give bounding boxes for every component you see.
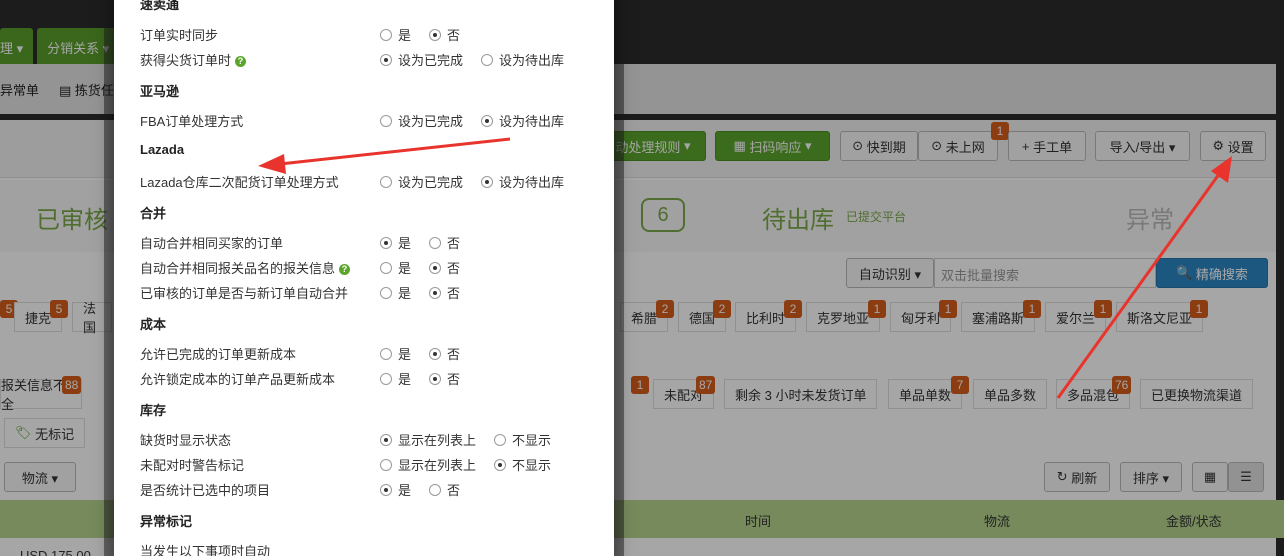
setting-label-text: 获得尖货订单时 bbox=[140, 53, 232, 68]
setting-label: 允许已完成的订单更新成本 bbox=[140, 347, 297, 362]
setting-radio-group: 显示在列表上 不显示 bbox=[380, 455, 551, 474]
radio-option[interactable] bbox=[429, 483, 442, 496]
radio-label: 设为已完成 bbox=[398, 114, 464, 129]
setting-radio-group: 是 否 bbox=[380, 258, 460, 277]
section-merge: 合并 bbox=[140, 206, 167, 221]
radio-option[interactable] bbox=[429, 261, 442, 274]
radio-option[interactable] bbox=[380, 433, 392, 446]
radio-option[interactable] bbox=[380, 458, 392, 471]
setting-label: Lazada仓库二次配货订单处理方式 bbox=[140, 175, 339, 190]
radio-option[interactable] bbox=[429, 286, 442, 299]
section-cost: 成本 bbox=[140, 317, 167, 332]
radio-label: 否 bbox=[447, 286, 461, 301]
settings-modal: 速卖通 订单实时同步 是 否 获得尖货订单时? 设为已完成 设为待出库 亚马逊 … bbox=[114, 0, 614, 556]
radio-label: 否 bbox=[447, 261, 461, 276]
radio-label: 是 bbox=[398, 236, 412, 251]
radio-option[interactable] bbox=[429, 372, 442, 385]
setting-radio-group: 是 否 bbox=[380, 283, 460, 302]
radio-option[interactable] bbox=[380, 372, 392, 385]
radio-label: 是 bbox=[398, 372, 412, 387]
setting-radio-group: 设为已完成 设为待出库 bbox=[380, 50, 564, 69]
setting-label: 订单实时同步 bbox=[140, 28, 219, 43]
setting-radio-group: 设为已完成 设为待出库 bbox=[380, 172, 564, 191]
radio-option[interactable] bbox=[494, 433, 507, 446]
modal-shadow-right bbox=[614, 0, 624, 556]
section-amazon: 亚马逊 bbox=[140, 84, 180, 99]
radio-option[interactable] bbox=[380, 53, 392, 66]
setting-radio-group: 是 否 bbox=[380, 369, 460, 388]
radio-label: 不显示 bbox=[512, 433, 552, 448]
radio-label: 显示在列表上 bbox=[398, 433, 477, 448]
radio-option[interactable] bbox=[481, 175, 494, 188]
setting-label: 允许锁定成本的订单产品更新成本 bbox=[140, 372, 336, 387]
radio-option[interactable] bbox=[380, 483, 392, 496]
setting-radio-group: 是 否 bbox=[380, 480, 460, 499]
radio-option[interactable] bbox=[380, 175, 392, 188]
setting-label: 获得尖货订单时? bbox=[140, 50, 247, 69]
radio-option[interactable] bbox=[380, 28, 392, 41]
setting-label: FBA订单处理方式 bbox=[140, 114, 244, 129]
radio-option[interactable] bbox=[429, 236, 442, 249]
modal-shadow-left bbox=[104, 0, 114, 556]
setting-radio-group: 显示在列表上 不显示 bbox=[380, 430, 551, 449]
radio-option[interactable] bbox=[380, 261, 392, 274]
radio-label: 显示在列表上 bbox=[398, 458, 477, 473]
section-lazada: Lazada bbox=[140, 142, 185, 157]
radio-label: 设为已完成 bbox=[398, 175, 464, 190]
radio-option[interactable] bbox=[494, 458, 507, 471]
section-aliexpress: 速卖通 bbox=[140, 0, 180, 12]
radio-label: 设为待出库 bbox=[499, 53, 565, 68]
radio-label: 是 bbox=[398, 261, 412, 276]
radio-label: 是 bbox=[398, 483, 412, 498]
radio-label: 是 bbox=[398, 286, 412, 301]
radio-option[interactable] bbox=[380, 286, 392, 299]
setting-radio-group: 设为已完成 设为待出库 bbox=[380, 111, 564, 130]
radio-label: 否 bbox=[447, 483, 461, 498]
radio-label: 设为已完成 bbox=[398, 53, 464, 68]
setting-label: 已审核的订单是否与新订单自动合并 bbox=[140, 286, 349, 301]
setting-label: 未配对时警告标记 bbox=[140, 458, 245, 473]
setting-radio-group: 是 否 bbox=[380, 344, 460, 363]
section-abnormal-flag: 异常标记 bbox=[140, 514, 193, 529]
setting-label: 当发生以下事项时自动 bbox=[140, 544, 271, 556]
radio-label: 否 bbox=[447, 236, 461, 251]
setting-label: 自动合并相同报关品名的报关信息? bbox=[140, 258, 351, 277]
radio-option[interactable] bbox=[429, 28, 442, 41]
setting-radio-group: 是 否 bbox=[380, 25, 460, 44]
radio-option[interactable] bbox=[380, 114, 392, 127]
radio-label: 设为待出库 bbox=[499, 114, 565, 129]
radio-label: 是 bbox=[398, 28, 412, 43]
radio-option[interactable] bbox=[429, 347, 442, 360]
radio-label: 否 bbox=[447, 347, 461, 362]
radio-label: 否 bbox=[447, 28, 461, 43]
radio-option[interactable] bbox=[380, 236, 392, 249]
setting-label: 自动合并相同买家的订单 bbox=[140, 236, 284, 251]
help-icon[interactable]: ? bbox=[339, 264, 351, 276]
radio-label: 设为待出库 bbox=[499, 175, 565, 190]
radio-label: 是 bbox=[398, 347, 412, 362]
help-icon[interactable]: ? bbox=[235, 56, 247, 68]
radio-label: 否 bbox=[447, 372, 461, 387]
setting-label: 缺货时显示状态 bbox=[140, 433, 232, 448]
radio-option[interactable] bbox=[481, 114, 494, 127]
section-inventory: 库存 bbox=[140, 403, 167, 418]
setting-label-text: 自动合并相同报关品名的报关信息 bbox=[140, 261, 336, 276]
radio-label: 不显示 bbox=[512, 458, 552, 473]
radio-option[interactable] bbox=[481, 53, 494, 66]
radio-option[interactable] bbox=[380, 347, 392, 360]
setting-radio-group: 是 否 bbox=[380, 233, 460, 252]
setting-label: 是否统计已选中的项目 bbox=[140, 483, 271, 498]
